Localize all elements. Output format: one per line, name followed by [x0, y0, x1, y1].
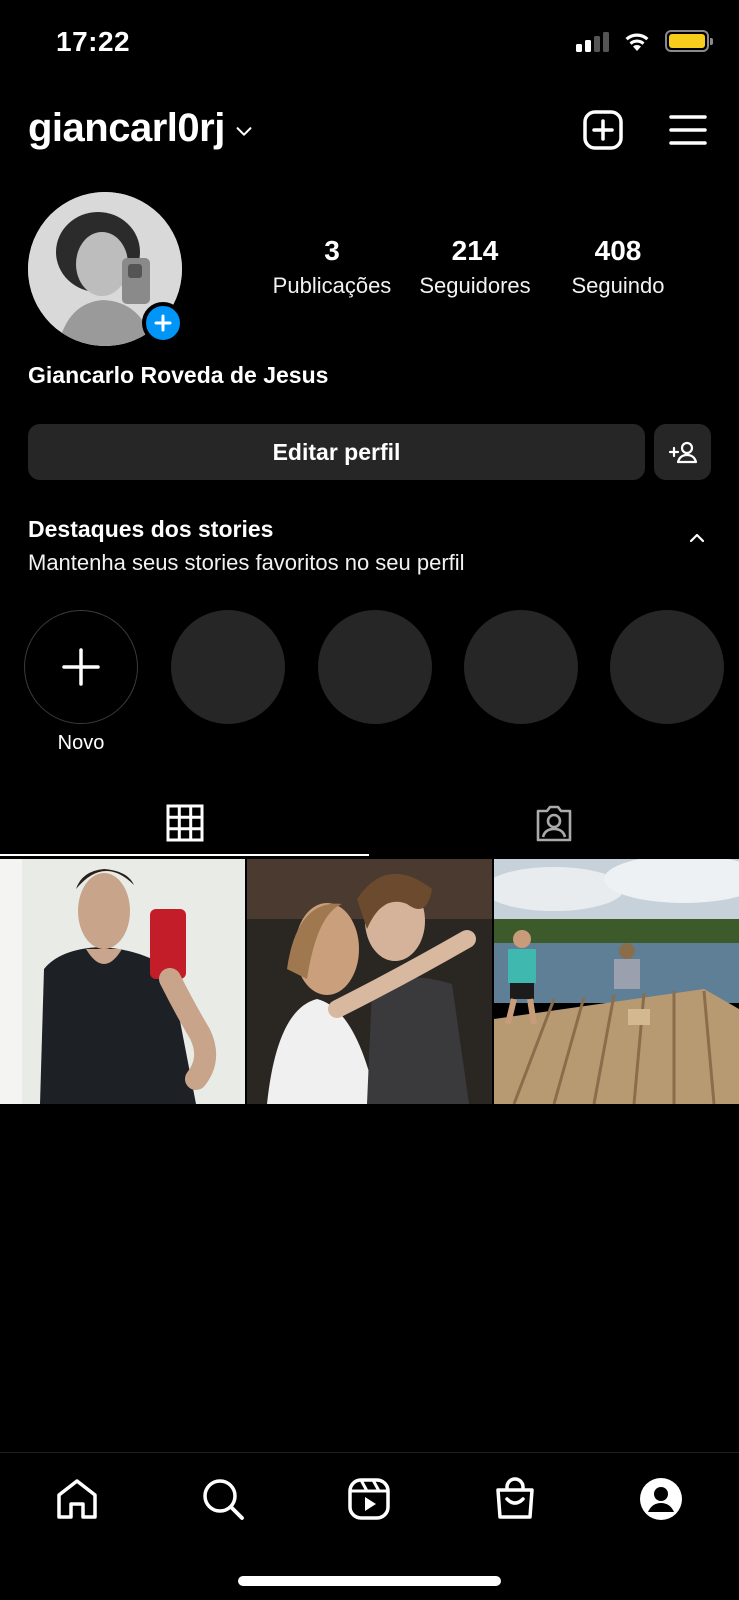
nav-home[interactable] — [52, 1474, 102, 1524]
following-number: 408 — [594, 235, 642, 266]
status-indicators — [576, 30, 713, 52]
tagged-person-icon — [536, 805, 571, 842]
nav-reels[interactable] — [344, 1474, 394, 1524]
username: giancarl0rj — [28, 106, 225, 150]
highlights-title: Destaques dos stories — [28, 516, 274, 542]
hamburger-menu-icon — [669, 115, 707, 145]
active-tab-indicator — [0, 854, 369, 856]
new-highlight-label: Novo — [57, 732, 105, 754]
shop-icon — [496, 1477, 534, 1519]
posts-count: 3 Publicações — [262, 235, 402, 299]
wifi-icon — [625, 33, 649, 51]
profile-icon — [640, 1478, 682, 1520]
nav-search[interactable] — [198, 1474, 248, 1524]
add-person-icon — [668, 441, 697, 464]
posts-label: Publicações — [272, 272, 392, 298]
profile-avatar[interactable] — [28, 192, 184, 346]
following-count[interactable]: 408 Seguindo — [548, 235, 688, 299]
plus-icon — [154, 314, 172, 332]
chevron-up-icon[interactable] — [687, 528, 707, 548]
followers-label: Seguidores — [419, 272, 531, 298]
plus-icon — [62, 648, 100, 686]
signal-icon — [576, 30, 609, 52]
status-time: 17:22 — [56, 26, 131, 57]
highlight-placeholder — [171, 610, 285, 724]
nav-profile[interactable] — [636, 1474, 686, 1524]
menu-button[interactable] — [666, 108, 710, 152]
home-indicator — [238, 1576, 501, 1586]
tab-tagged[interactable] — [369, 790, 738, 856]
chevron-down-icon — [236, 126, 252, 136]
post-thumbnail[interactable] — [494, 859, 739, 1104]
highlight-placeholder — [610, 610, 724, 724]
reels-icon — [348, 1478, 390, 1520]
grid-icon — [166, 804, 203, 842]
nav-shop[interactable] — [490, 1474, 540, 1524]
add-story-button[interactable] — [142, 302, 184, 344]
edit-profile-button[interactable]: Editar perfil — [28, 424, 645, 480]
followers-number: 214 — [451, 235, 499, 266]
search-icon — [203, 1479, 244, 1520]
post-thumbnail[interactable] — [247, 859, 492, 1104]
discover-people-button[interactable] — [654, 424, 711, 480]
highlight-placeholder — [464, 610, 578, 724]
followers-count[interactable]: 214 Seguidores — [405, 235, 545, 299]
following-label: Seguindo — [571, 272, 665, 298]
add-square-icon — [583, 110, 623, 150]
highlight-placeholder — [318, 610, 432, 724]
home-icon — [57, 1479, 97, 1519]
create-post-button[interactable] — [581, 108, 625, 152]
highlights-subtitle: Mantenha seus stories favoritos no seu p… — [28, 550, 465, 575]
post-thumbnail[interactable] — [0, 859, 245, 1104]
battery-icon — [665, 30, 713, 52]
posts-number: 3 — [324, 235, 340, 266]
full-name: Giancarlo Roveda de Jesus — [28, 362, 329, 388]
account-switcher[interactable]: giancarl0rj — [28, 106, 255, 151]
new-highlight-button[interactable] — [24, 610, 138, 724]
tab-posts-grid[interactable] — [0, 790, 369, 856]
